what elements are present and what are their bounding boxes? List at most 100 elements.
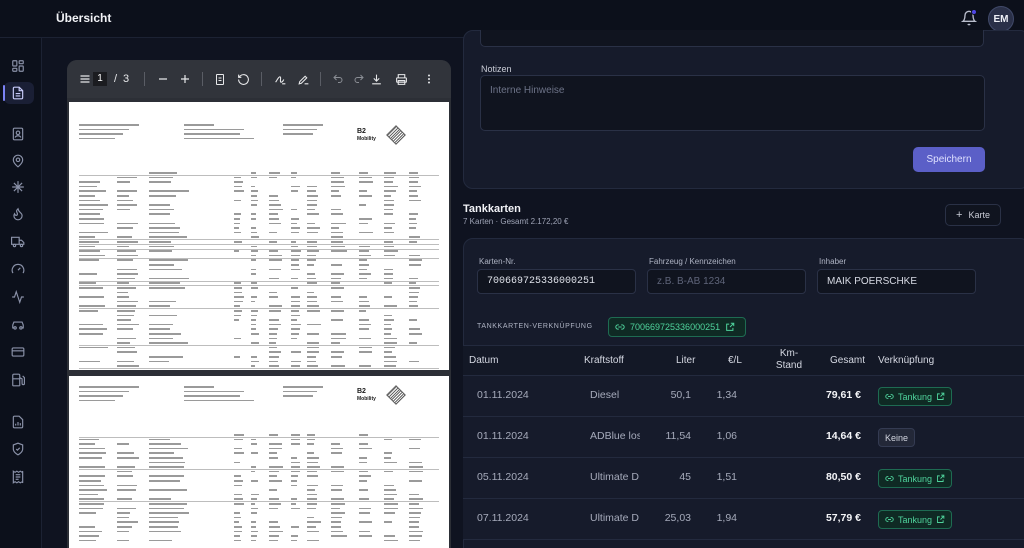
zoom-out-icon[interactable]: [157, 72, 169, 86]
cell-datum: 07.11.2024: [477, 512, 529, 524]
pdf-text-line: [331, 333, 347, 335]
pdf-text-line: [234, 493, 242, 496]
pdf-text-line: [331, 452, 342, 454]
pdf-text-line: [307, 498, 317, 500]
location-pin-icon[interactable]: [10, 153, 26, 169]
flame-icon[interactable]: [10, 206, 26, 222]
pdf-text-line: [384, 365, 397, 367]
pdf-text-line: [269, 323, 281, 326]
pdf-page-input[interactable]: 1: [93, 72, 107, 86]
pdf-text-line: [409, 296, 418, 298]
add-card-button[interactable]: + Karte: [945, 204, 1001, 226]
link-chip-tankung[interactable]: Tankung: [878, 469, 953, 488]
annotate-icon[interactable]: [274, 72, 287, 86]
pdf-text-line: [117, 190, 137, 192]
col-eur-l[interactable]: €/L: [728, 355, 742, 367]
truck-icon[interactable]: [10, 234, 26, 250]
pdf-text-line: [359, 254, 372, 257]
table-row[interactable]: 05.11.2024 Ultimate D 45 1,51 80,50 € Ta…: [463, 458, 1024, 499]
pdf-text-line: [251, 227, 257, 229]
shield-check-icon[interactable]: [10, 441, 26, 457]
pdf-text-line: [307, 282, 318, 284]
pdf-rule-line: [79, 175, 439, 176]
document-icon[interactable]: [10, 85, 26, 101]
pdf-text-line: [409, 503, 419, 505]
pdf-text-line: [149, 227, 181, 229]
receipt-icon[interactable]: [10, 469, 26, 485]
rotate-icon[interactable]: [237, 72, 250, 86]
pdf-text-line: [291, 333, 300, 335]
pdf-text-line: [149, 250, 173, 252]
pdf-text-line: [234, 319, 240, 321]
col-km-stand[interactable]: Km- Stand: [771, 348, 807, 372]
card-link-chip[interactable]: 700669725336000251: [608, 317, 746, 337]
activity-icon[interactable]: [10, 289, 26, 305]
dashboard-grid-icon[interactable]: [10, 58, 26, 74]
col-verknuepfung[interactable]: Verknüpfung: [878, 355, 934, 367]
external-link-icon: [937, 474, 945, 482]
link-chip-tankung[interactable]: Tankung: [878, 510, 953, 529]
pdf-text-line: [409, 498, 423, 500]
pdf-text-line: [117, 457, 139, 459]
pdf-text-line: [331, 447, 343, 450]
owner-input[interactable]: [817, 269, 976, 294]
pdf-text-line: [384, 323, 392, 326]
report-icon[interactable]: [10, 414, 26, 430]
pdf-text-line: [117, 199, 134, 202]
col-gesamt[interactable]: Gesamt: [830, 355, 865, 367]
pdf-text-line: [291, 438, 300, 441]
card-number-input[interactable]: [477, 269, 636, 294]
col-datum[interactable]: Datum: [469, 355, 498, 367]
gauge-icon[interactable]: [10, 261, 26, 277]
pdf-text-line: [359, 300, 369, 303]
pdf-text-line: [234, 480, 243, 482]
vehicle-input[interactable]: [647, 269, 806, 294]
print-icon[interactable]: [395, 72, 408, 86]
pdf-text-line: [359, 204, 366, 206]
table-row[interactable]: 01.11.2024 Diesel 50,1 1,34 79,61 € Tank…: [463, 376, 1024, 417]
pdf-text-line: [251, 535, 258, 537]
notes-textarea[interactable]: [481, 76, 984, 130]
pdf-text-line: [79, 328, 107, 330]
pdf-text-line: [251, 231, 257, 234]
download-icon[interactable]: [370, 72, 383, 86]
pdf-text-line: [409, 305, 418, 307]
pdf-text-line: [251, 530, 259, 533]
pdf-viewer[interactable]: 1 / 3 B2 Mobility B2 Mobility: [67, 60, 451, 548]
toolbar-divider: [144, 72, 145, 86]
pdf-text-line: [251, 507, 258, 510]
car-icon[interactable]: [10, 317, 26, 333]
pdf-text-line: [117, 259, 134, 261]
avatar[interactable]: EM: [988, 6, 1014, 32]
menu-icon[interactable]: [79, 72, 91, 86]
zoom-in-icon[interactable]: [179, 72, 191, 86]
pdf-text-line: [149, 526, 179, 528]
pdf-text-line: [331, 213, 344, 215]
credit-card-icon[interactable]: [10, 344, 26, 360]
pdf-text-line: [79, 539, 97, 542]
save-button[interactable]: Speichern: [913, 147, 985, 172]
contact-card-icon[interactable]: [10, 126, 26, 142]
table-row[interactable]: 07.11.2024 Ultimate D 25,03 1,94 57,79 €…: [463, 499, 1024, 540]
snowflake-icon[interactable]: [10, 179, 26, 195]
pdf-text-line: [269, 346, 278, 349]
pdf-text-line: [117, 539, 130, 542]
pdf-header-line: [184, 386, 214, 388]
redo-icon[interactable]: [353, 72, 365, 86]
draw-icon[interactable]: [297, 72, 310, 86]
link-chip-tankung[interactable]: Tankung: [878, 387, 953, 406]
pdf-text-line: [331, 264, 343, 266]
fit-page-icon[interactable]: [214, 72, 226, 86]
pdf-text-line: [269, 360, 278, 363]
pdf-text-line: [409, 447, 420, 450]
pdf-text-line: [409, 521, 419, 523]
fuel-pump-icon[interactable]: [10, 372, 26, 388]
undo-icon[interactable]: [332, 72, 344, 86]
previous-field-input[interactable]: [480, 30, 984, 47]
more-options-icon[interactable]: [423, 72, 435, 86]
col-liter[interactable]: Liter: [676, 355, 695, 367]
pdf-text-line: [409, 516, 420, 519]
col-kraftstoff[interactable]: Kraftstoff: [584, 355, 624, 367]
aral-logo-icon: [386, 385, 406, 405]
table-row[interactable]: 01.11.2024 ADBlue los 11,54 1,06 14,64 €…: [463, 417, 1024, 458]
